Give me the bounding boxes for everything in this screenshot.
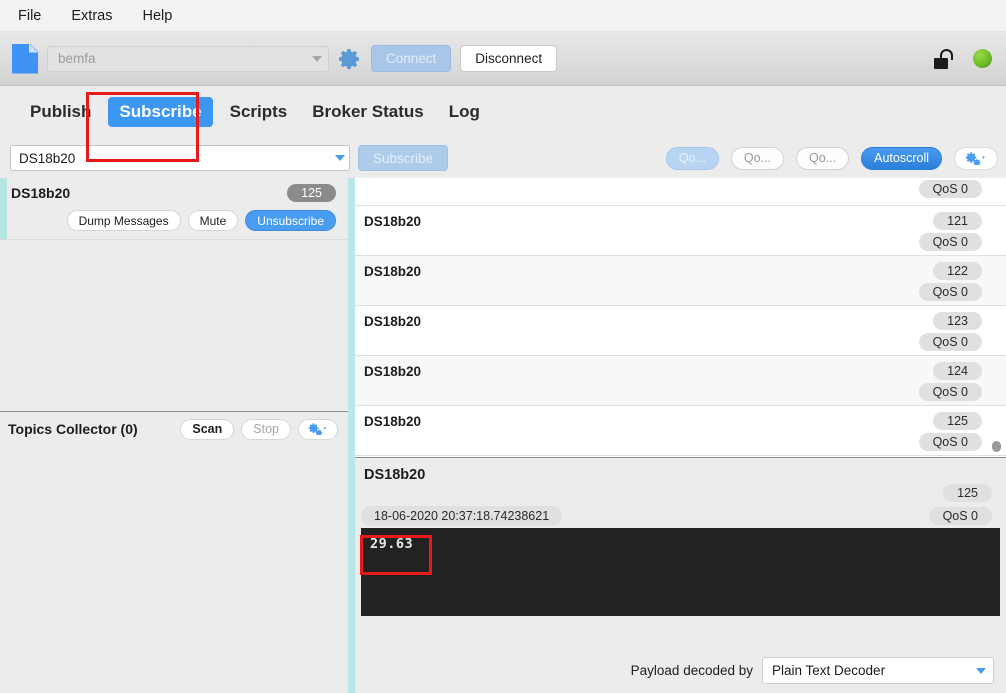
file-icon [12, 44, 38, 74]
selection-stripe [0, 178, 7, 239]
topics-collector-bar: Topics Collector (0) Scan Stop [0, 411, 348, 447]
menu-item-extras[interactable]: Extras [71, 8, 112, 24]
payload-decoder-label: Payload decoded by [631, 663, 753, 678]
subscribe-button[interactable]: Subscribe [358, 145, 448, 171]
menu-bar: File Extras Help [0, 0, 1006, 32]
message-list-scrollbar[interactable] [991, 178, 1002, 456]
message-count: 125 [933, 412, 982, 430]
bottom-splitter [348, 648, 355, 693]
subscriptions-pane: DS18b20 125 Dump Messages Mute Unsubscri… [0, 178, 348, 679]
main-split: DS18b20 125 Dump Messages Mute Unsubscri… [0, 178, 1006, 679]
detail-qos: QoS 0 [929, 507, 992, 525]
mqtt-client-window: File Extras Help bemfa Connect Disconnec… [0, 0, 1006, 693]
message-qos: QoS 0 [919, 383, 982, 401]
qos-button-2[interactable]: Qo... [796, 147, 849, 170]
chevron-down-icon[interactable] [335, 155, 345, 161]
messages-pane: QoS 0 DS18b20 121 QoS 0 DS18b20 122 QoS … [355, 178, 1006, 679]
connection-toolbar: bemfa Connect Disconnect [0, 32, 1006, 86]
detail-topic: DS18b20 [364, 467, 425, 483]
detail-count: 125 [943, 484, 992, 502]
table-row[interactable]: DS18b20 125 QoS 0 [355, 406, 1006, 456]
topic-input-value: DS18b20 [19, 151, 335, 166]
payload-decoder-select[interactable]: Plain Text Decoder [762, 657, 994, 684]
message-detail-panel: DS18b20 125 QoS 0 18-06-2020 20:37:18.74… [355, 457, 1006, 679]
payload-decoder-bar: Payload decoded by Plain Text Decoder [355, 648, 1006, 693]
unlocked-padlock-icon [934, 49, 956, 69]
subscription-message-count: 125 [287, 184, 336, 202]
subscription-list: DS18b20 125 Dump Messages Mute Unsubscri… [0, 178, 348, 411]
tab-bar: Publish Subscribe Scripts Broker Status … [0, 86, 1006, 138]
qos-button-1[interactable]: Qo... [731, 147, 784, 170]
tab-subscribe[interactable]: Subscribe [108, 97, 212, 127]
connection-status-indicator [973, 49, 992, 68]
subscription-topic: DS18b20 [11, 185, 70, 201]
message-topic: DS18b20 [364, 314, 421, 329]
connection-profile-value: bemfa [58, 51, 312, 66]
autoscroll-toggle[interactable]: Autoscroll [861, 147, 942, 170]
message-qos: QoS 0 [919, 283, 982, 301]
message-topic: DS18b20 [364, 214, 421, 229]
message-topic: DS18b20 [364, 364, 421, 379]
gear-dropdown-icon[interactable] [298, 419, 338, 440]
message-qos: QoS 0 [919, 180, 982, 198]
menu-item-file[interactable]: File [18, 8, 41, 24]
table-row[interactable]: DS18b20 123 QoS 0 [355, 306, 1006, 356]
mute-button[interactable]: Mute [188, 210, 239, 231]
table-row[interactable]: DS18b20 124 QoS 0 [355, 356, 1006, 406]
disconnect-button[interactable]: Disconnect [460, 45, 557, 72]
connect-button[interactable]: Connect [371, 45, 451, 72]
message-count: 123 [933, 312, 982, 330]
left-bottom-filler [0, 648, 348, 693]
message-list[interactable]: QoS 0 DS18b20 121 QoS 0 DS18b20 122 QoS … [355, 178, 1006, 456]
message-topic: DS18b20 [364, 414, 421, 429]
stop-button[interactable]: Stop [241, 419, 291, 440]
unsubscribe-button[interactable]: Unsubscribe [245, 210, 336, 231]
payload-viewer[interactable]: 29.63 [361, 528, 1000, 616]
tab-scripts[interactable]: Scripts [222, 97, 296, 127]
menu-item-help[interactable]: Help [142, 8, 172, 24]
message-qos: QoS 0 [919, 333, 982, 351]
dump-messages-button[interactable]: Dump Messages [67, 210, 181, 231]
tab-broker-status[interactable]: Broker Status [304, 97, 431, 127]
table-row[interactable]: DS18b20 121 QoS 0 [355, 206, 1006, 256]
chevron-down-icon[interactable] [976, 668, 986, 674]
connection-profile-select[interactable]: bemfa [47, 46, 329, 72]
table-row[interactable]: DS18b20 122 QoS 0 [355, 256, 1006, 306]
scrollbar-thumb[interactable] [992, 441, 1001, 452]
tab-publish[interactable]: Publish [22, 97, 99, 127]
payload-decoder-value: Plain Text Decoder [772, 663, 976, 678]
message-count: 121 [933, 212, 982, 230]
topics-collector-title: Topics Collector (0) [8, 421, 138, 437]
pane-splitter[interactable] [348, 178, 355, 679]
gear-dropdown-icon[interactable] [954, 147, 998, 170]
message-qos: QoS 0 [919, 233, 982, 251]
chevron-down-icon [312, 56, 322, 62]
scan-button[interactable]: Scan [180, 419, 234, 440]
message-count: 122 [933, 262, 982, 280]
message-topic: DS18b20 [364, 264, 421, 279]
gear-icon[interactable] [338, 47, 362, 71]
topic-input[interactable]: DS18b20 [10, 145, 350, 171]
message-qos: QoS 0 [919, 433, 982, 451]
tab-log[interactable]: Log [441, 97, 488, 127]
payload-value: 29.63 [361, 528, 1000, 552]
subscription-item[interactable]: DS18b20 125 Dump Messages Mute Unsubscri… [0, 178, 348, 240]
topics-collector-body [0, 447, 348, 680]
subscribe-bar: DS18b20 Subscribe Qo... Qo... Qo... Auto… [0, 138, 1006, 178]
detail-timestamp: 18-06-2020 20:37:18.74238621 [361, 506, 562, 526]
subscription-actions: Dump Messages Mute Unsubscribe [67, 210, 336, 231]
message-count: 124 [933, 362, 982, 380]
qos-button-0[interactable]: Qo... [666, 147, 719, 170]
table-row[interactable]: QoS 0 [355, 178, 1006, 206]
